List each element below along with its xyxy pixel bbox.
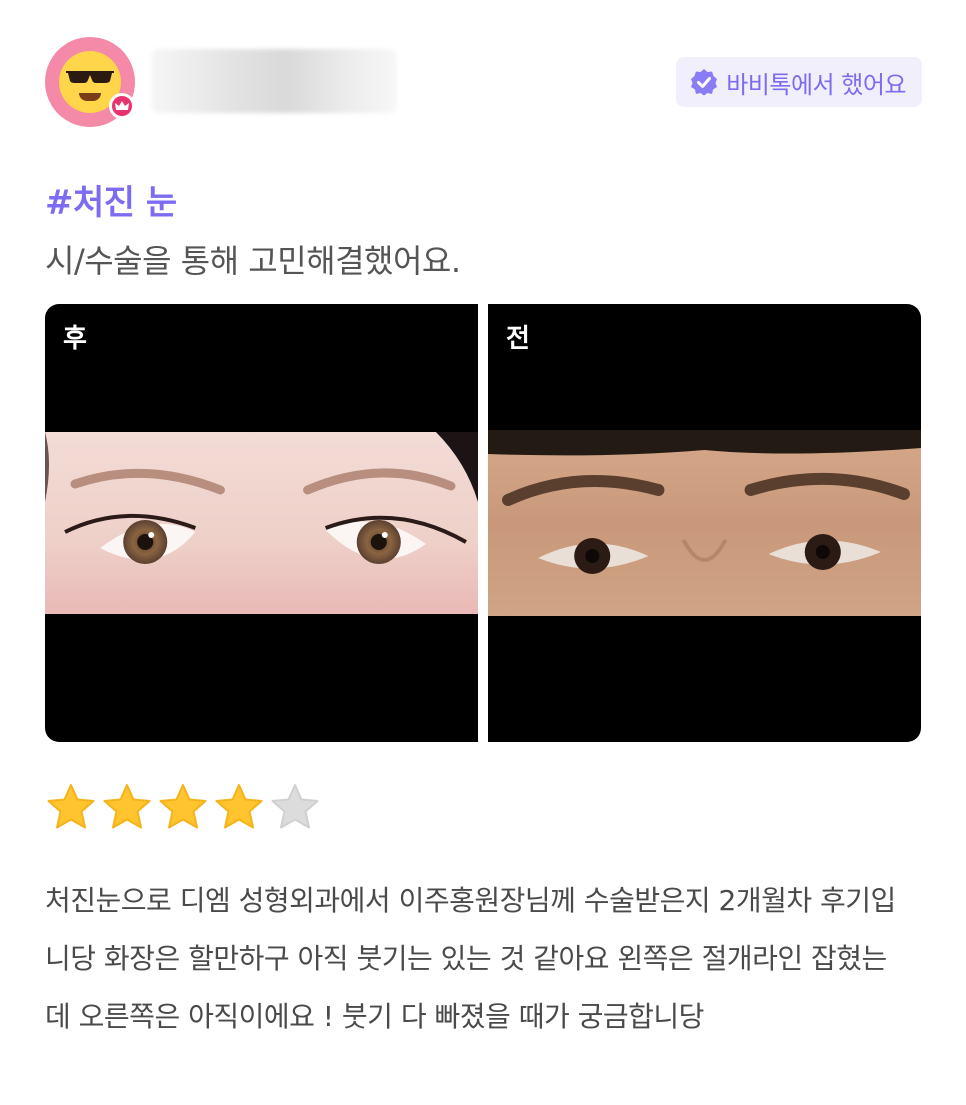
user-avatar[interactable] bbox=[45, 37, 135, 127]
after-eye-image bbox=[45, 432, 478, 614]
after-label: 후 bbox=[63, 324, 87, 354]
sunglasses-icon bbox=[66, 71, 114, 83]
review-header: 바비톡에서 했어요 bbox=[45, 37, 922, 127]
star-filled-icon bbox=[47, 784, 95, 829]
review-text: 처진눈으로 디엠 성형외과에서 이주홍원장님께 수술받은지 2개월차 후기입니당… bbox=[45, 884, 896, 1033]
rating-stars bbox=[45, 782, 321, 834]
verified-badge[interactable]: 바비톡에서 했어요 bbox=[676, 57, 922, 107]
after-photo[interactable]: 후 bbox=[45, 304, 478, 742]
before-photo[interactable]: 전 bbox=[488, 304, 921, 742]
star-filled-icon bbox=[159, 784, 207, 829]
username-blurred bbox=[151, 49, 397, 113]
hashtag-title[interactable]: #처진 눈 bbox=[45, 175, 177, 224]
star-empty-icon bbox=[271, 784, 319, 829]
star-filled-icon bbox=[215, 784, 263, 829]
before-label: 전 bbox=[506, 324, 530, 354]
verified-label: 바비톡에서 했어요 bbox=[726, 70, 906, 99]
resolved-text: 시/수술을 통해 고민해결했어요. bbox=[45, 242, 461, 280]
verified-check-icon bbox=[691, 69, 718, 96]
before-eye-image bbox=[488, 430, 921, 616]
before-after-photos: 후 전 bbox=[45, 304, 921, 742]
star-filled-icon bbox=[103, 784, 151, 829]
crown-badge-icon bbox=[109, 93, 135, 119]
